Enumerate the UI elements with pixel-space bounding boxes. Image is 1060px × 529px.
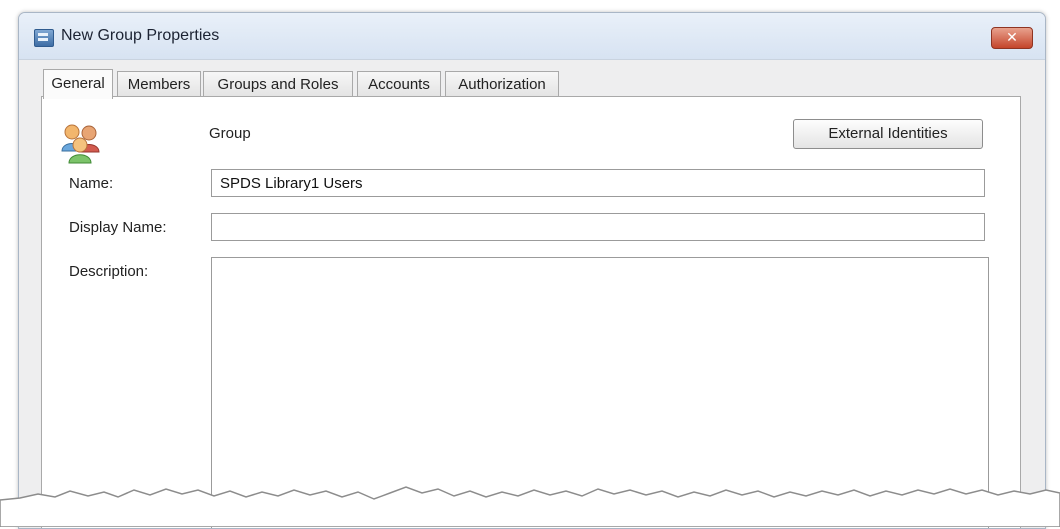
properties-dialog: New Group Properties ✕ General Members G… [18, 12, 1046, 529]
tab-accounts[interactable]: Accounts [357, 71, 441, 97]
external-identities-button[interactable]: External Identities [793, 119, 983, 149]
close-button[interactable]: ✕ [991, 27, 1033, 49]
tab-authorization[interactable]: Authorization [445, 71, 559, 97]
torn-edge [0, 486, 1060, 527]
title-bar[interactable]: New Group Properties ✕ [19, 13, 1045, 60]
group-users-icon [61, 124, 100, 164]
group-type-label: Group [209, 125, 251, 142]
name-field[interactable] [211, 169, 985, 197]
tab-general[interactable]: General [43, 69, 113, 99]
close-icon: ✕ [1006, 30, 1018, 46]
name-label: Name: [69, 175, 114, 192]
display-name-field[interactable] [211, 213, 985, 241]
tab-groups-and-roles[interactable]: Groups and Roles [203, 71, 353, 97]
display-name-label: Display Name: [69, 219, 167, 236]
window-icon [34, 29, 54, 47]
tab-members[interactable]: Members [117, 71, 201, 97]
description-label: Description: [69, 263, 149, 280]
window-title: New Group Properties [61, 27, 220, 44]
